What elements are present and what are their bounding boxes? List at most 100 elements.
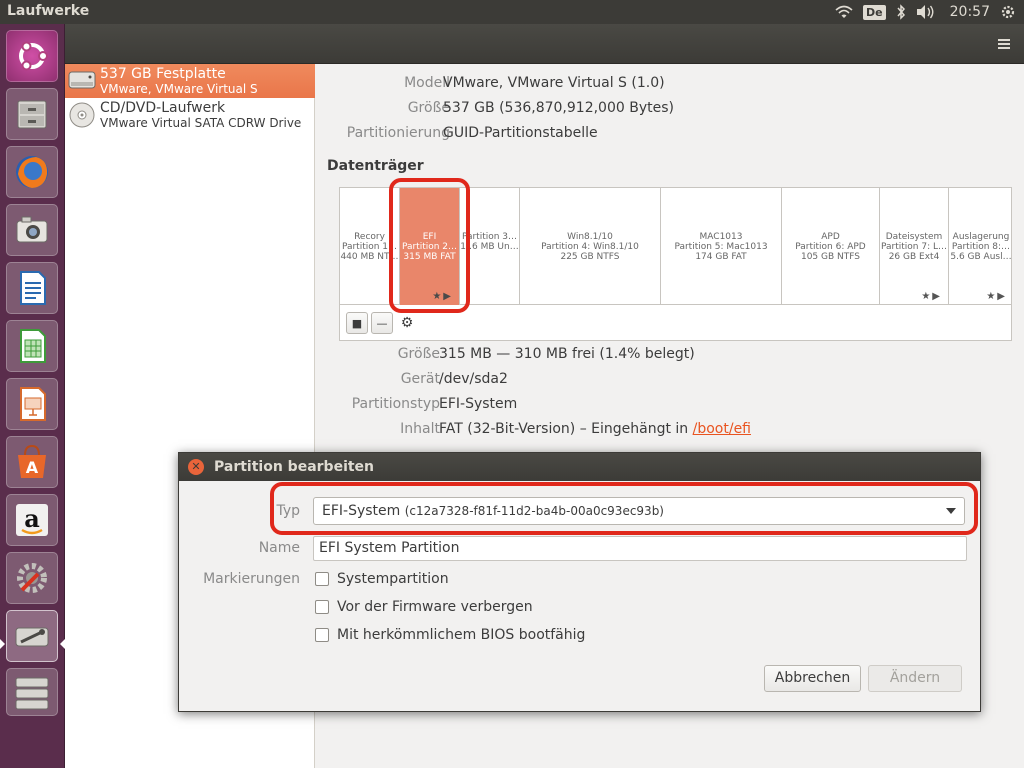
volume-partition: Partition 8:… [951, 242, 1011, 252]
device-model: VMware, VMware Virtual S [100, 82, 258, 96]
volume-size: 174 GB FAT [695, 252, 747, 262]
volume-partition: Partition 2… [401, 242, 458, 252]
unmount-button[interactable]: ■ [346, 312, 368, 334]
volume-partition: Partition 6: APD [795, 242, 866, 252]
software-center-icon[interactable]: A [6, 436, 58, 488]
volume-size: 105 GB NTFS [800, 252, 860, 262]
checkbox[interactable] [315, 572, 329, 586]
bluetooth-icon[interactable] [896, 0, 906, 24]
flag-label: Vor der Firmware verbergen [337, 599, 533, 615]
indicator-area: De 20:57 [835, 0, 1016, 24]
partitioning-label: Partitionierung [346, 125, 450, 141]
svg-text:A: A [26, 458, 39, 477]
partition-type-row: Partitionstyp EFI-System [316, 394, 1024, 414]
mounted-star-icon: ★▶ [986, 291, 1007, 302]
stop-icon: ■ [351, 316, 363, 330]
flag-label: Mit herkömmlichem BIOS bootfähig [337, 627, 586, 643]
clock[interactable]: 20:57 [950, 0, 990, 24]
type-uuid: (c12a7328-f81f-11d2-ba4b-00a0c93ec93b) [404, 504, 664, 518]
device-value: /dev/sda2 [439, 371, 508, 387]
keyboard-layout-indicator[interactable]: De [863, 0, 886, 24]
close-icon[interactable]: ✕ [188, 459, 204, 475]
apply-button[interactable]: Ändern [868, 665, 962, 692]
flag-legacy-bios-bootable[interactable]: Mit herkömmlichem BIOS bootfähig [315, 626, 585, 644]
volume-partition-8[interactable]: Auslagerung Partition 8:… 5.6 GB Ausl… ★▶ [949, 188, 1013, 306]
flag-system-partition[interactable]: Systempartition [315, 570, 449, 588]
checkbox[interactable] [315, 628, 329, 642]
partitioning-value: GUID-Partitionstabelle [443, 125, 598, 141]
volume-label: Auslagerung [952, 232, 1010, 242]
partition-settings-button[interactable]: ⚙ [396, 312, 418, 334]
writer-icon[interactable] [6, 262, 58, 314]
volume-partition-3[interactable]: Partition 3… 1‥6 MB Un… [460, 188, 520, 306]
mounted-star-icon: ★▶ [432, 291, 453, 302]
firefox-icon[interactable] [6, 146, 58, 198]
files-icon[interactable] [6, 88, 58, 140]
volume-partition: Partition 5: Mac1013 [674, 242, 768, 252]
mount-point-link[interactable]: /boot/efi [693, 421, 751, 437]
mounted-star-icon: ★▶ [921, 291, 942, 302]
partitioning-row: Partitionierung GUID-Partitionstabelle [316, 123, 1024, 143]
volume-partition-6[interactable]: APD Partition 6: APD 105 GB NTFS [782, 188, 880, 306]
wifi-icon[interactable] [835, 0, 853, 24]
volume-size: 315 MB FAT [403, 252, 456, 262]
model-value: VMware, VMware Virtual S (1.0) [443, 75, 665, 91]
content-label: Inhalt [400, 421, 440, 437]
type-label: Typ [276, 503, 300, 519]
volume-label: Win8.1/10 [567, 232, 613, 242]
drive-icon[interactable] [6, 668, 58, 716]
volume-partition-7[interactable]: Dateisystem Partition 7: L… 26 GB Ext4 ★▶ [880, 188, 949, 306]
volume-icon[interactable] [916, 0, 936, 24]
content-text: FAT (32-Bit-Version) – Eingehängt in [439, 421, 693, 437]
volume-size: 26 GB Ext4 [888, 252, 940, 262]
minus-icon: — [376, 316, 388, 330]
hard-disk-icon [68, 67, 96, 97]
volume-partition-5[interactable]: MAC1013 Partition 5: Mac1013 174 GB FAT [661, 188, 782, 306]
impress-icon[interactable] [6, 378, 58, 430]
volume-partition: Partition 4: Win8.1/10 [541, 242, 639, 252]
device-name: 537 GB Festplatte [100, 66, 226, 82]
volume-partition-1[interactable]: Recory Partition 1… 440 MB NT… [340, 188, 400, 306]
app-title: Laufwerke [7, 3, 90, 19]
volume-label: Dateisystem [885, 232, 943, 242]
delete-partition-button[interactable]: — [371, 312, 393, 334]
header-bar [65, 24, 1024, 64]
svg-text:a: a [24, 504, 40, 533]
volume-size: 440 MB NT… [340, 252, 399, 262]
device-model: VMware Virtual SATA CDRW Drive [100, 116, 302, 130]
disks-icon[interactable] [6, 610, 58, 662]
volumes-heading: Datenträger [327, 158, 424, 174]
volume-partition: Partition 3… [461, 232, 518, 242]
device-item-harddisk[interactable]: 537 GB Festplatte VMware, VMware Virtual… [65, 64, 315, 98]
partition-size-row: Größe 315 MB — 310 MB frei (1.4% belegt) [316, 344, 1024, 364]
keyboard-layout-label: De [863, 4, 886, 20]
amazon-icon[interactable]: a [6, 494, 58, 546]
volume-partition-4[interactable]: Win8.1/10 Partition 4: Win8.1/10 225 GB NT… [520, 188, 661, 306]
device-label: Gerät [400, 371, 440, 387]
device-row: Gerät /dev/sda2 [316, 369, 1024, 389]
dialog-title: ✕ Partition bearbeiten [179, 453, 980, 481]
flags-label: Markierungen [203, 571, 300, 587]
volume-partition: Partition 1… [341, 242, 398, 252]
partition-name-field[interactable]: EFI System Partition [313, 536, 967, 561]
content-value: FAT (32-Bit-Version) – Eingehängt in /bo… [439, 419, 751, 439]
edit-partition-dialog: ✕ Partition bearbeiten Typ EFI-System (c… [178, 452, 981, 712]
name-label: Name [258, 540, 300, 556]
volume-partition-2[interactable]: EFI Partition 2… 315 MB FAT ★▶ [400, 188, 460, 306]
system-settings-icon[interactable] [6, 552, 58, 604]
ubuntu-dash-icon[interactable] [6, 30, 58, 82]
flag-hide-from-firmware[interactable]: Vor der Firmware verbergen [315, 598, 533, 616]
power-gear-icon[interactable] [1000, 0, 1016, 24]
model-row: Modell VMware, VMware Virtual S (1.0) [316, 73, 1024, 93]
launcher: A a [0, 24, 65, 768]
checkbox[interactable] [315, 600, 329, 614]
shotwell-icon[interactable] [6, 204, 58, 256]
volume-map: Recory Partition 1… 440 MB NT… EFI Partitio… [339, 187, 1013, 306]
partition-type-select[interactable]: EFI-System (c12a7328-f81f-11d2-ba4b-00a0… [313, 497, 965, 525]
drive-size-value: 537 GB (536,870,912,000 Bytes) [443, 100, 674, 116]
device-item-optical[interactable]: CD/DVD-Laufwerk VMware Virtual SATA CDRW… [65, 98, 315, 132]
calc-icon[interactable] [6, 320, 58, 372]
cancel-button[interactable]: Abbrechen [764, 665, 861, 692]
menu-button[interactable] [994, 34, 1014, 54]
volume-label: EFI [422, 232, 437, 242]
